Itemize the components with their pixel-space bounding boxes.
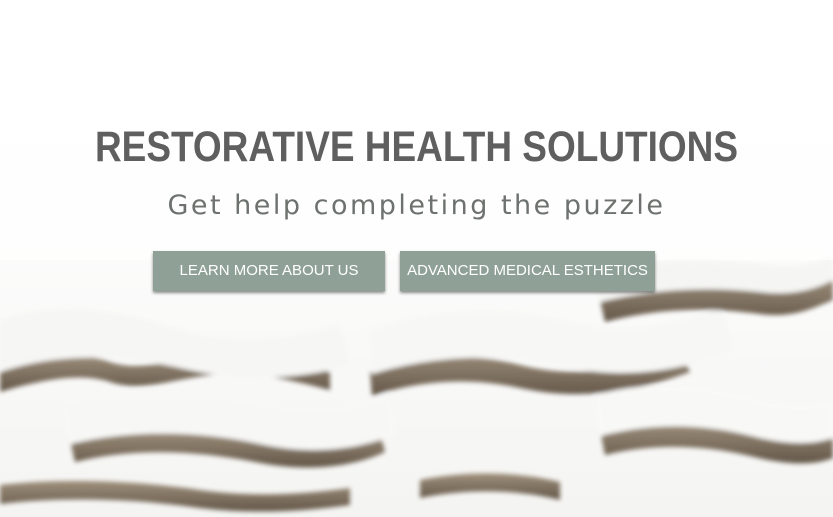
page-subtitle: Get help completing the puzzle <box>167 190 666 221</box>
learn-more-button[interactable]: LEARN MORE ABOUT US <box>153 251 385 291</box>
medical-esthetics-button[interactable]: ADVANCED MEDICAL ESTHETICS <box>400 251 655 291</box>
page-title: RESTORATIVE HEALTH SOLUTIONS <box>94 123 739 171</box>
hero-section: RESTORATIVE HEALTH SOLUTIONS Get help co… <box>0 0 833 517</box>
